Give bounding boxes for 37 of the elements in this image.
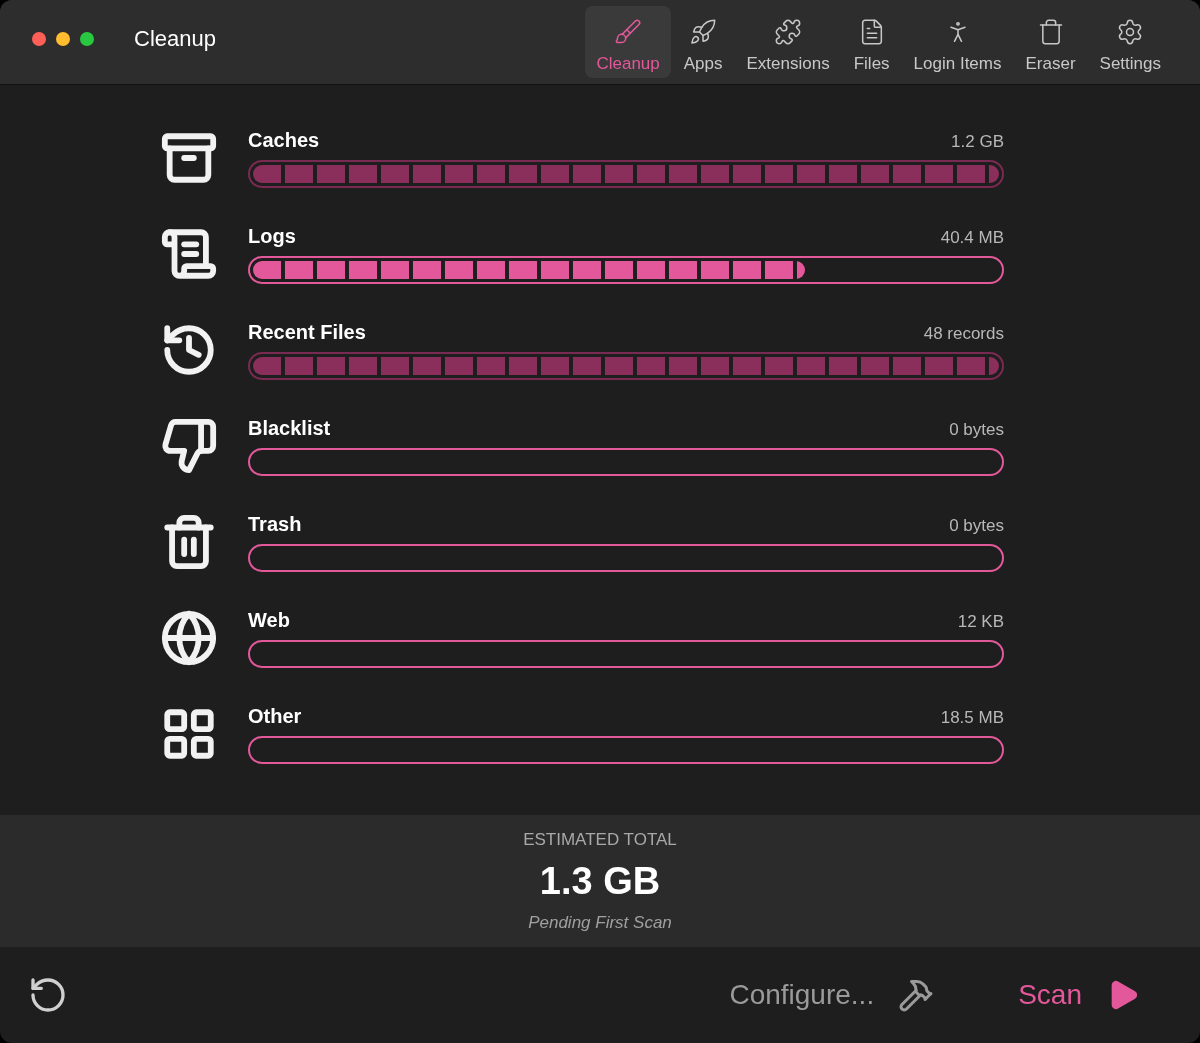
window-title: Cleanup <box>134 26 216 52</box>
category-size: 48 records <box>923 323 1004 344</box>
globe-icon <box>160 609 218 667</box>
summary-label: ESTIMATED TOTAL <box>523 829 677 850</box>
toolbar-tab[interactable]: Apps <box>672 6 734 78</box>
configure-button[interactable]: Configure... <box>729 979 875 1011</box>
hammer-icon <box>898 977 935 1013</box>
toolbar-tab[interactable]: Eraser <box>1014 6 1087 78</box>
toolbar-tab[interactable]: Extensions <box>735 6 841 78</box>
close-button[interactable] <box>32 32 46 46</box>
toolbar-tab[interactable]: Login Items <box>902 6 1013 78</box>
rocket-icon <box>689 18 718 46</box>
category-name: Blacklist <box>248 416 331 440</box>
rotate-icon <box>28 975 68 1015</box>
category-name: Caches <box>248 128 320 152</box>
scan-button[interactable]: Scan <box>1018 979 1082 1011</box>
minimize-button[interactable] <box>56 32 70 46</box>
category-size: 1.2 GB <box>951 131 1004 152</box>
toolbar-tab[interactable]: Settings <box>1088 6 1172 78</box>
thumbs-down-icon <box>160 417 218 475</box>
reset-button[interactable] <box>28 975 68 1015</box>
category-name: Recent Files <box>248 320 366 344</box>
puzzle-icon <box>774 18 803 46</box>
scan-status: Pending First Scan <box>528 912 672 933</box>
category-name: Logs <box>248 224 296 248</box>
category-size: 18.5 MB <box>940 707 1004 728</box>
category-size: 0 bytes <box>949 515 1004 536</box>
toolbar-tab[interactable]: Files <box>842 6 901 78</box>
category-name: Other <box>248 704 302 728</box>
category-size: 40.4 MB <box>940 227 1004 248</box>
total-size: 1.3 GB <box>539 859 661 903</box>
category-size: 0 bytes <box>949 419 1004 440</box>
category-name: Web <box>248 608 290 632</box>
category-size: 12 KB <box>957 611 1004 632</box>
zoom-button[interactable] <box>80 32 94 46</box>
tools-button[interactable] <box>898 977 935 1013</box>
category-name: Trash <box>248 512 302 536</box>
